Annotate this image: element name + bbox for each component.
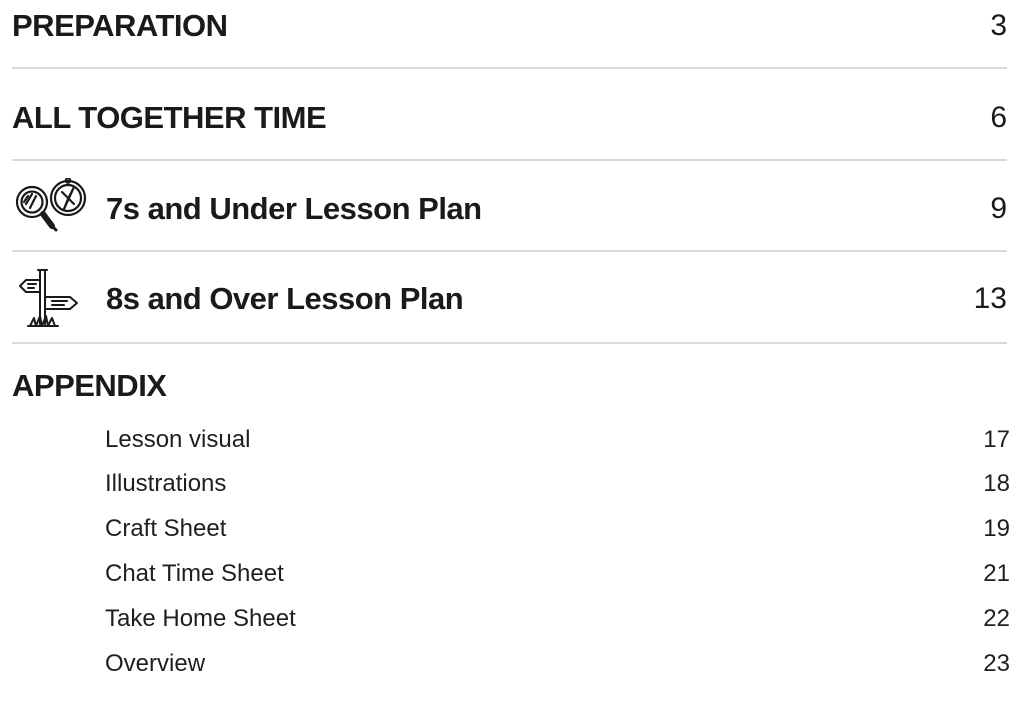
toc-entry-7s-and-under[interactable]: 7s and Under Lesson Plan 9 bbox=[12, 176, 1007, 242]
table-of-contents: PREPARATION 3 ALL TOGETHER TIME 6 7s and… bbox=[0, 0, 1019, 702]
appendix-item-title: Overview bbox=[105, 650, 206, 677]
appendix-item-title: Craft Sheet bbox=[105, 515, 227, 542]
appendix-item[interactable]: Illustrations 18 bbox=[105, 470, 1010, 498]
toc-entry-title: 8s and Over Lesson Plan bbox=[106, 281, 464, 316]
toc-entry-page: 9 bbox=[990, 192, 1007, 225]
appendix-item-page: 22 bbox=[983, 605, 1010, 632]
divider bbox=[12, 250, 1007, 252]
appendix-item-title: Chat Time Sheet bbox=[105, 560, 284, 587]
toc-entry-all-together-time[interactable]: ALL TOGETHER TIME 6 bbox=[12, 96, 1007, 140]
appendix-item[interactable]: Chat Time Sheet 21 bbox=[105, 560, 1010, 588]
toc-entry-title: ALL TOGETHER TIME bbox=[12, 100, 327, 135]
appendix-item[interactable]: Craft Sheet 19 bbox=[105, 515, 1010, 543]
appendix-item[interactable]: Lesson visual 17 bbox=[105, 426, 1010, 454]
toc-entry-page: 3 bbox=[990, 9, 1007, 42]
appendix-item-title: Take Home Sheet bbox=[105, 605, 296, 632]
toc-entry-page: 13 bbox=[973, 282, 1007, 315]
toc-entry-title: PREPARATION bbox=[12, 8, 228, 43]
toc-entry-8s-and-over[interactable]: 8s and Over Lesson Plan 13 bbox=[12, 264, 1007, 334]
appendix-item[interactable]: Overview 23 bbox=[105, 650, 1010, 678]
magnifier-compass-icon bbox=[12, 177, 92, 245]
appendix-item-page: 23 bbox=[983, 650, 1010, 677]
appendix-item-title: Illustrations bbox=[105, 470, 227, 497]
toc-entry-page: 6 bbox=[990, 101, 1007, 134]
appendix-heading: APPENDIX bbox=[12, 368, 167, 403]
appendix-item-page: 19 bbox=[983, 515, 1010, 542]
appendix-item-page: 21 bbox=[983, 560, 1010, 587]
divider bbox=[12, 67, 1007, 69]
divider bbox=[12, 342, 1007, 344]
appendix-item[interactable]: Take Home Sheet 22 bbox=[105, 605, 1010, 633]
toc-entry-title: 7s and Under Lesson Plan bbox=[106, 191, 482, 226]
signpost-icon bbox=[12, 266, 92, 337]
toc-entry-preparation[interactable]: PREPARATION 3 bbox=[12, 4, 1007, 48]
appendix-item-page: 18 bbox=[983, 470, 1010, 497]
appendix-item-page: 17 bbox=[983, 426, 1010, 453]
divider bbox=[12, 159, 1007, 161]
appendix-item-title: Lesson visual bbox=[105, 426, 251, 453]
